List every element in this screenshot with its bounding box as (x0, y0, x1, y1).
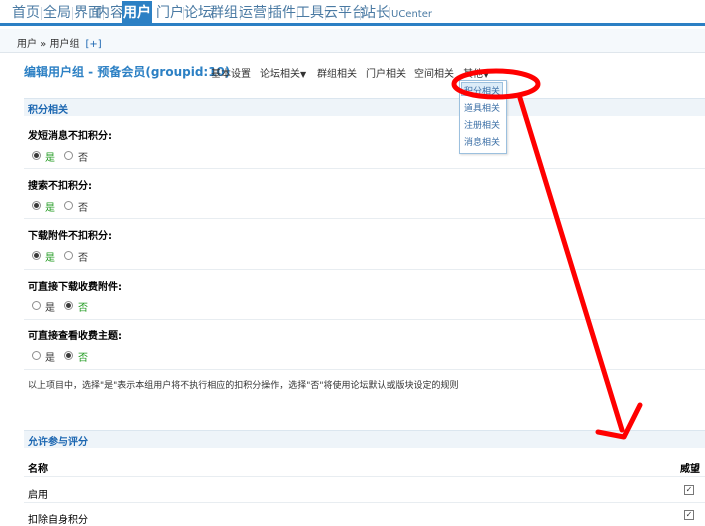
red-annotation (451, 68, 643, 440)
highlight-ellipse (451, 68, 541, 100)
arrow-shaft (517, 95, 625, 433)
